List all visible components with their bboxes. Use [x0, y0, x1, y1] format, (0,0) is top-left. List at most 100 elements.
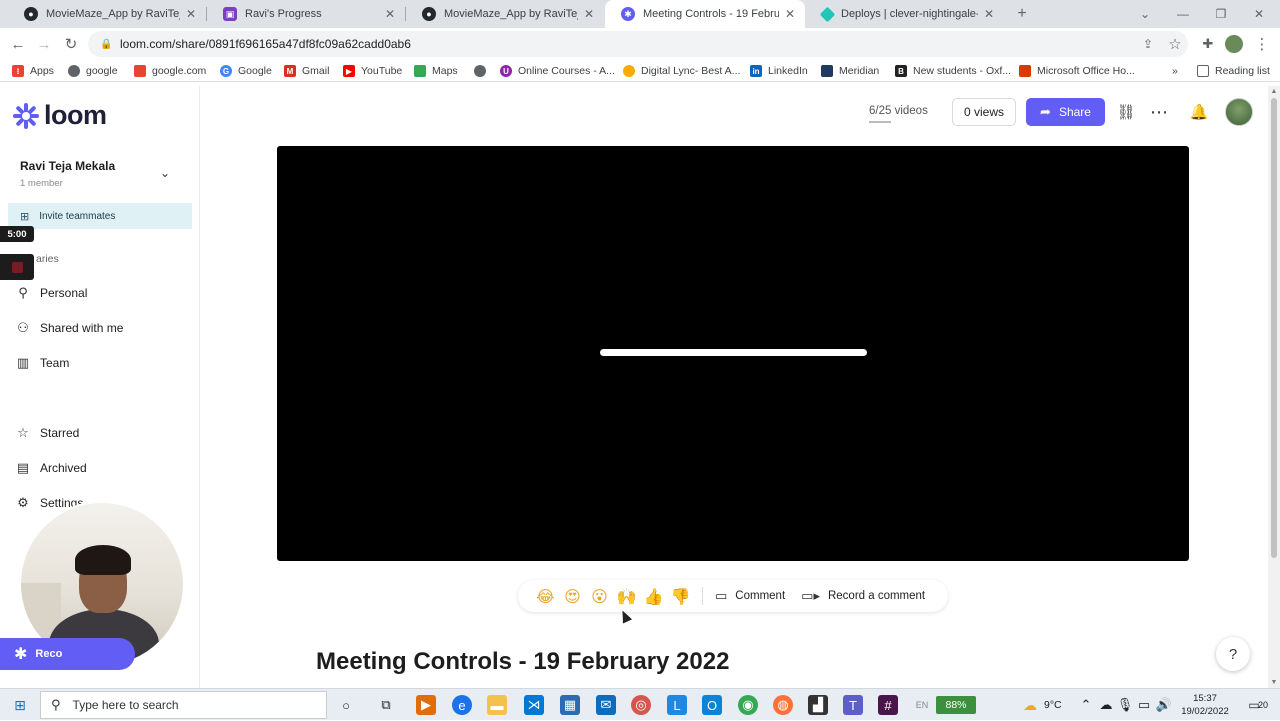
- address-bar-row: ← → ↻ 🔒 loom.com/share/0891f696165a47df8…: [0, 28, 1280, 60]
- menu-dots-icon[interactable]: ⋮: [1252, 34, 1272, 54]
- views-button[interactable]: 0 views: [952, 98, 1016, 126]
- bookmark-google[interactable]: google: [68, 63, 118, 79]
- cortana-icon[interactable]: ○: [336, 695, 356, 715]
- reaction-surprised[interactable]: 😮: [586, 587, 613, 606]
- workspace-name[interactable]: Ravi Teja Mekala: [20, 159, 115, 173]
- share-page-icon[interactable]: ⇪: [1138, 34, 1158, 54]
- share-button[interactable]: ➦ Share: [1026, 98, 1105, 126]
- app-icon-red[interactable]: ◎: [631, 695, 651, 715]
- close-icon[interactable]: ✕: [984, 7, 994, 21]
- loom-page: loom Ravi Teja Mekala 1 member ⌄ ⊞ Invit…: [0, 86, 1268, 688]
- speaker-icon[interactable]: 🔊: [1154, 695, 1174, 715]
- comment-button[interactable]: ▭ Comment: [715, 588, 785, 604]
- profile-avatar[interactable]: [1225, 35, 1243, 53]
- bookmark-globe[interactable]: [474, 63, 492, 79]
- file-explorer-icon[interactable]: ▬: [487, 695, 507, 715]
- bookmark-linkedin[interactable]: in LinkedIn: [750, 63, 808, 79]
- microphone-icon[interactable]: 🎙: [1115, 695, 1135, 715]
- bookmark-youtube[interactable]: ▶ YouTube: [343, 63, 402, 79]
- record-comment-button[interactable]: ▭▸ Record a comment: [801, 588, 925, 604]
- slack-icon[interactable]: #: [878, 695, 898, 715]
- reaction-thumbs-up[interactable]: 👍: [640, 587, 667, 606]
- windows-start-icon[interactable]: ⊞: [10, 695, 30, 715]
- page-scrollbar[interactable]: ▲ ▼: [1268, 86, 1280, 688]
- chrome-icon[interactable]: ◉: [738, 695, 758, 715]
- close-icon[interactable]: ✕: [385, 7, 395, 21]
- tab-search-icon[interactable]: ⌄: [1126, 0, 1164, 28]
- back-icon[interactable]: ←: [8, 34, 28, 54]
- browser-tab-5[interactable]: Deploys | clever-nightingale-b95 ✕: [806, 0, 1004, 28]
- bookmark-google-2[interactable]: G Google: [220, 63, 272, 79]
- stop-recording-button[interactable]: [0, 254, 34, 280]
- reaction-thumbs-down[interactable]: 👎: [667, 587, 694, 606]
- firefox-icon[interactable]: ◍: [773, 695, 793, 715]
- window-close-icon[interactable]: ✕: [1240, 0, 1278, 28]
- sidebar-item-team[interactable]: ▥ Team: [14, 352, 70, 374]
- bell-icon[interactable]: 🔔: [1187, 100, 1211, 124]
- teams-icon[interactable]: T: [843, 695, 863, 715]
- maximize-icon[interactable]: ❐: [1202, 0, 1240, 28]
- bookmark-ms-office[interactable]: Microsoft Office Ho...: [1019, 63, 1135, 79]
- browser-tab-3[interactable]: ● MovieMaze_App by RaviTejaM96 ✕: [406, 0, 604, 28]
- browser-tab-4[interactable]: ✱ Meeting Controls - 19 February 2 ✕: [605, 0, 805, 28]
- video-title[interactable]: Meeting Controls - 19 February 2022: [316, 648, 729, 676]
- vscode-icon[interactable]: ⋊: [524, 695, 544, 715]
- extensions-icon[interactable]: ✚: [1198, 34, 1218, 54]
- copy-link-icon[interactable]: ⛓: [1114, 100, 1138, 124]
- bookmarks-more-button[interactable]: »: [1172, 63, 1178, 79]
- app-icon-l[interactable]: L: [667, 695, 687, 715]
- loom-logo[interactable]: loom: [12, 100, 107, 131]
- weather-temp[interactable]: 9°C: [1044, 689, 1062, 721]
- app-icon-dark[interactable]: ▟: [808, 695, 828, 715]
- browser-tab-2[interactable]: ▣ Ravi's Progress ✕: [207, 0, 405, 28]
- forward-icon[interactable]: →: [34, 34, 54, 54]
- close-icon[interactable]: ✕: [584, 7, 594, 21]
- bookmark-star-icon[interactable]: ☆: [1165, 34, 1185, 54]
- more-options-icon[interactable]: ⋯: [1147, 100, 1171, 124]
- store-icon[interactable]: ▦: [560, 695, 580, 715]
- reaction-laugh[interactable]: 😂: [532, 587, 559, 606]
- bookmark-meridian[interactable]: Meridian: [821, 63, 879, 79]
- chevron-down-icon[interactable]: ⌄: [160, 166, 170, 180]
- battery-icon[interactable]: ▭: [1134, 695, 1154, 715]
- browser-tab-1[interactable]: ● MovieMaze_App by RaviTejaM96 ✕: [8, 0, 206, 28]
- bookmark-online-courses[interactable]: U Online Courses - A...: [500, 63, 615, 79]
- help-button[interactable]: ?: [1216, 637, 1250, 671]
- sidebar-item-starred[interactable]: ☆ Starred: [14, 422, 79, 444]
- scroll-down-icon[interactable]: ▼: [1270, 679, 1278, 686]
- close-icon[interactable]: ✕: [186, 7, 196, 21]
- outlook-icon[interactable]: O: [702, 695, 722, 715]
- reaction-raised-hands[interactable]: 🙌: [613, 587, 640, 606]
- task-view-icon[interactable]: ⧉: [376, 695, 396, 715]
- minimize-icon[interactable]: —: [1164, 0, 1202, 28]
- mail-icon[interactable]: ✉: [596, 695, 616, 715]
- system-clock[interactable]: 15:37 19/02/2022: [1176, 692, 1234, 718]
- user-avatar[interactable]: [1225, 98, 1253, 126]
- cloud-icon[interactable]: ☁: [1096, 695, 1116, 715]
- reaction-heart-eyes[interactable]: 😍: [559, 587, 586, 606]
- address-bar[interactable]: 🔒 loom.com/share/0891f696165a47df8fc09a6…: [88, 31, 1188, 57]
- sidebar-item-archived[interactable]: ▤ Archived: [14, 457, 87, 479]
- sidebar-item-shared[interactable]: ⚇ Shared with me: [14, 317, 123, 339]
- scroll-up-icon[interactable]: ▲: [1270, 88, 1278, 95]
- bookmark-digital-lync[interactable]: Digital Lync- Best A...: [623, 63, 740, 79]
- bookmark-apps[interactable]: ⁝ Apps: [12, 63, 54, 79]
- bookmark-google-com[interactable]: google.com: [134, 63, 206, 79]
- invite-teammates-button[interactable]: ⊞ Invite teammates: [8, 203, 192, 229]
- sidebar-item-personal[interactable]: ⚲ Personal: [14, 282, 87, 304]
- new-tab-button[interactable]: +: [1003, 0, 1041, 28]
- edge-icon[interactable]: e: [452, 695, 472, 715]
- reading-list-button[interactable]: Reading list: [1197, 63, 1270, 79]
- scrollbar-thumb[interactable]: [1271, 98, 1277, 558]
- bookmark-new-students[interactable]: B New students - Oxf...: [895, 63, 1011, 79]
- video-player[interactable]: [277, 146, 1189, 561]
- battery-indicator[interactable]: 88%: [936, 696, 976, 714]
- bookmark-maps[interactable]: Maps: [414, 63, 458, 79]
- taskbar-search-box[interactable]: ⚲ Type here to search: [40, 691, 327, 719]
- record-button[interactable]: ✱ Reco: [0, 638, 135, 670]
- app-icon-orange[interactable]: ▶: [416, 695, 436, 715]
- close-icon[interactable]: ✕: [785, 7, 795, 21]
- bookmark-gmail[interactable]: M Gmail: [284, 63, 329, 79]
- reload-icon[interactable]: ↻: [61, 34, 81, 54]
- tray-chevron-up-icon[interactable]: ⌃: [1076, 695, 1096, 715]
